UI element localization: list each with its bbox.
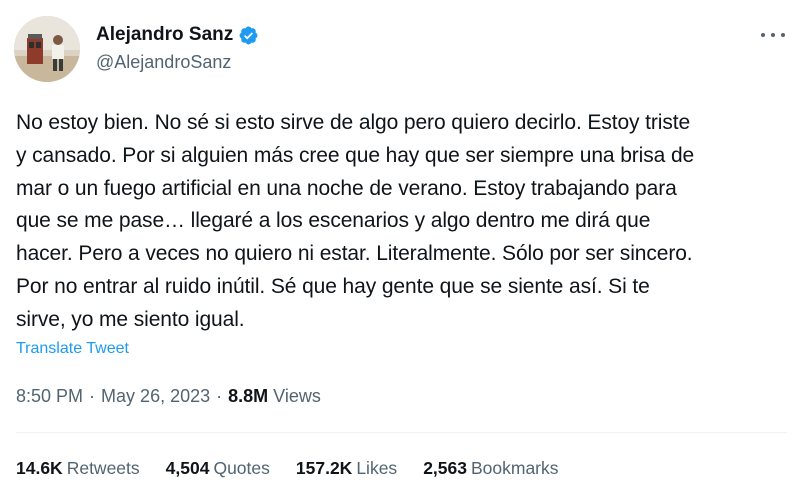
retweets-count: 14.6K [16, 458, 63, 478]
quotes-label: Quotes [213, 458, 270, 478]
retweets-stat[interactable]: 14.6K Retweets [16, 458, 140, 479]
more-options-icon[interactable] [761, 30, 785, 40]
author-handle[interactable]: @AlejandroSanz [96, 52, 259, 73]
display-name-row: Alejandro Sanz [96, 22, 259, 48]
verified-badge-icon[interactable] [238, 25, 259, 46]
bookmarks-count: 2,563 [423, 458, 467, 478]
quotes-stat[interactable]: 4,504 Quotes [166, 458, 270, 479]
display-name[interactable]: Alejandro Sanz [96, 24, 233, 46]
tweet-date[interactable]: May 26, 2023 [101, 386, 210, 407]
likes-count: 157.2K [295, 458, 353, 478]
meta-separator: · [89, 386, 96, 406]
views-label: Views [273, 386, 321, 406]
quotes-count: 4,504 [165, 458, 210, 478]
retweets-label: Retweets [66, 458, 140, 478]
tweet-metadata: 8:50 PM · May 26, 2023 · 8.8M Views [16, 386, 321, 407]
bookmarks-stat[interactable]: 2,563 Bookmarks [423, 458, 558, 479]
avatar-image [14, 16, 80, 82]
likes-label: Likes [356, 458, 398, 478]
tweet-text: No estoy bien. No sé si esto sirve de al… [16, 111, 695, 331]
avatar[interactable] [14, 16, 80, 82]
likes-stat[interactable]: 157.2K Likes [296, 458, 397, 479]
tweet-header: Alejandro Sanz @AlejandroSanz [14, 16, 789, 86]
tweet-card: Alejandro Sanz @AlejandroSanz No estoy b… [0, 0, 803, 490]
tweet-stats: 14.6K Retweets 4,504 Quotes 157.2K Likes 2,… [16, 458, 585, 479]
translate-tweet-link[interactable]: Translate Tweet [16, 340, 129, 358]
meta-separator-2: · [216, 386, 223, 406]
tweet-time[interactable]: 8:50 PM [16, 386, 83, 407]
views-count: 8.8M [228, 386, 269, 406]
divider-top [16, 432, 787, 433]
bookmarks-label: Bookmarks [470, 458, 559, 478]
author-names: Alejandro Sanz @AlejandroSanz [96, 22, 259, 73]
